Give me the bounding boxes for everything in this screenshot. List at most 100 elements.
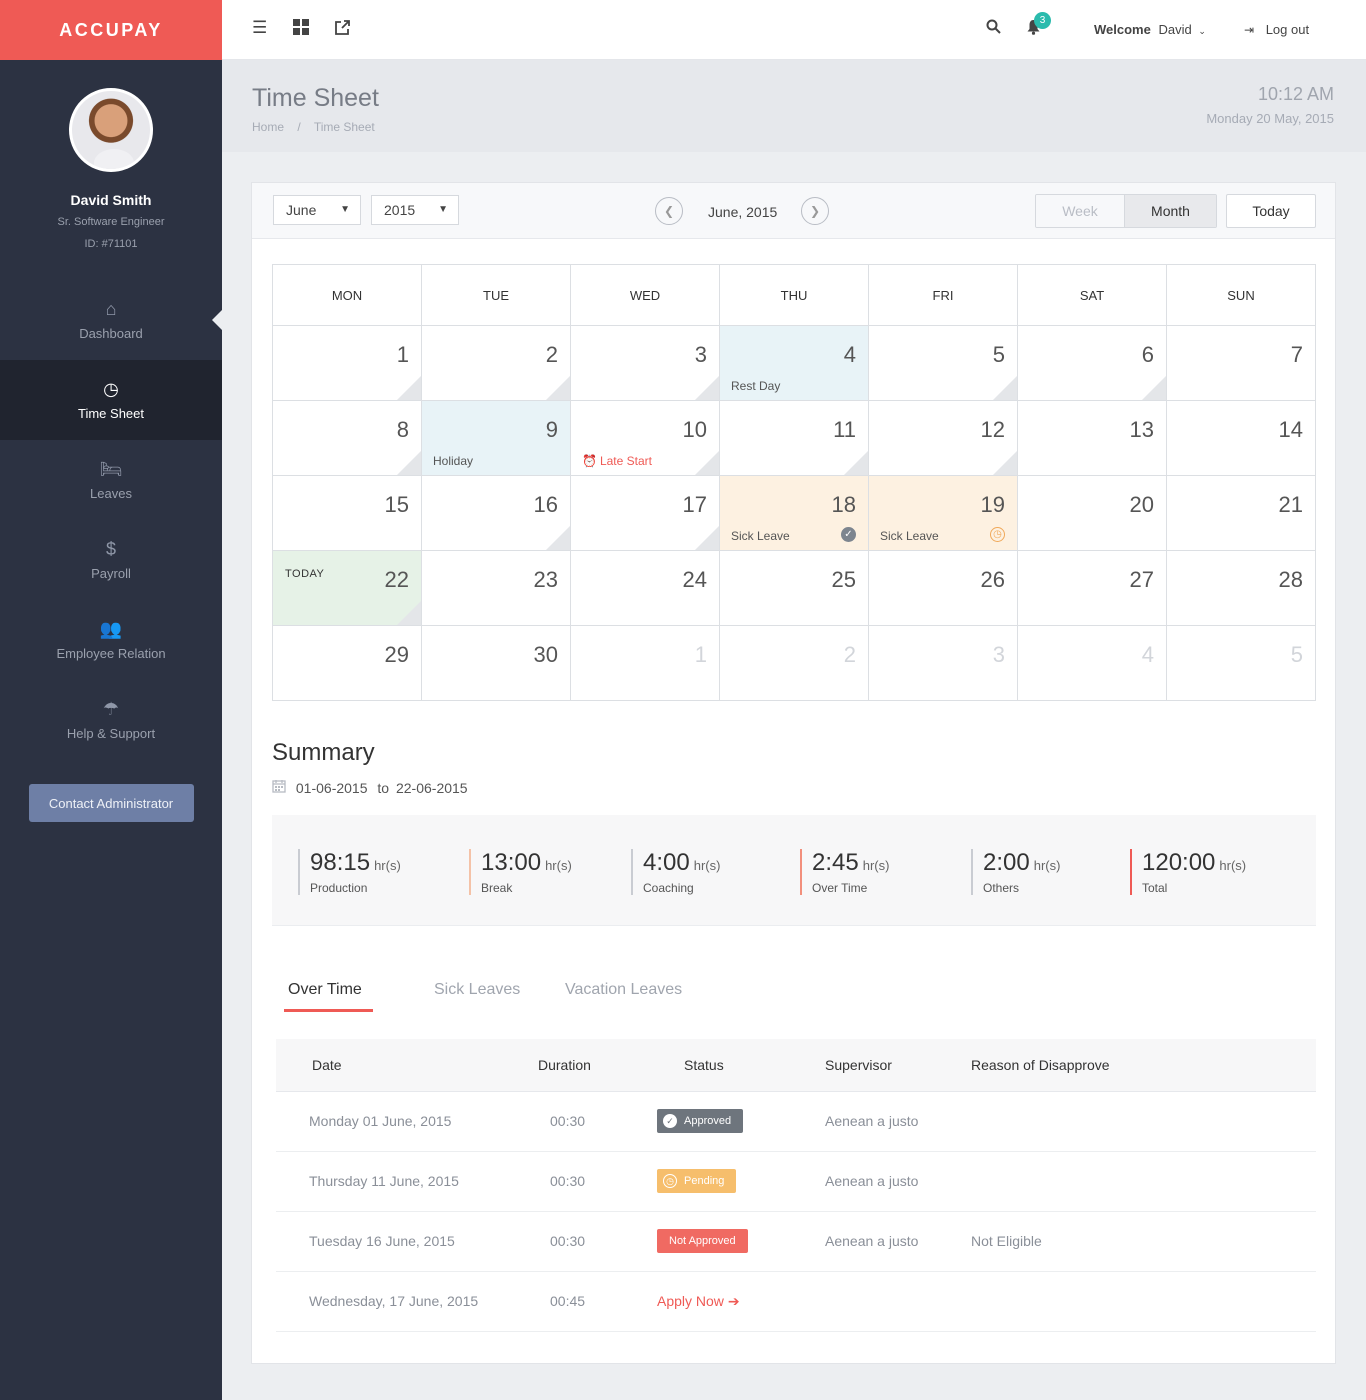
- day-number: 15: [384, 492, 409, 517]
- stat-label: Total: [1142, 881, 1168, 895]
- calendar-day-cell[interactable]: 14: [1166, 400, 1316, 476]
- range-separator: to: [377, 780, 390, 796]
- today-button[interactable]: Today: [1226, 194, 1316, 228]
- menu-icon[interactable]: ☰: [252, 19, 267, 36]
- calendar-day-cell[interactable]: 4 Rest Day: [719, 325, 869, 401]
- prev-month-button[interactable]: ❮: [655, 197, 683, 225]
- tab-over-time[interactable]: Over Time: [288, 981, 362, 999]
- avatar[interactable]: [69, 88, 153, 172]
- status-badge: Not Approved: [657, 1229, 748, 1253]
- stat-unit: hr(s): [862, 858, 890, 873]
- weekday-header: THU: [719, 264, 869, 326]
- weekday-header: WED: [570, 264, 720, 326]
- calendar-day-cell[interactable]: 2: [421, 325, 571, 401]
- calendar-day-cell[interactable]: 11: [719, 400, 869, 476]
- row-duration: 00:30: [506, 1151, 646, 1212]
- calendar-day-cell[interactable]: 4: [1017, 625, 1167, 701]
- calendar-day-cell[interactable]: 23: [421, 550, 571, 626]
- tab-sick-leaves[interactable]: Sick Leaves: [434, 981, 520, 999]
- sidebar-item-label: Help & Support: [66, 725, 156, 741]
- calendar-day-cell[interactable]: 16: [421, 475, 571, 551]
- calendar-day-cell[interactable]: 1: [570, 625, 720, 701]
- calendar-day-cell[interactable]: 24: [570, 550, 720, 626]
- chevron-down-icon: ⌄: [1198, 26, 1206, 36]
- row-status: Apply Now ➔: [646, 1271, 796, 1332]
- month-view-button[interactable]: Month: [1124, 195, 1216, 227]
- sidebar-nav: ⌂ Dashboard ◷ Time Sheet 🛏 Leaves $ Payr…: [0, 280, 222, 760]
- sidebar-item-time-sheet[interactable]: ◷ Time Sheet: [0, 360, 222, 440]
- stat-value: 4:00: [643, 849, 690, 876]
- calendar-day-cell[interactable]: 22 TODAY: [272, 550, 422, 626]
- stat-unit: hr(s): [374, 858, 401, 873]
- calendar-day-cell[interactable]: 6: [1017, 325, 1167, 401]
- calendar-day-cell[interactable]: 7: [1166, 325, 1316, 401]
- calendar-day-cell[interactable]: 17: [570, 475, 720, 551]
- breadcrumb-current: Time Sheet: [313, 120, 375, 134]
- calendar-day-cell[interactable]: 10 ⏰ Late Start: [570, 400, 720, 476]
- stat-value: 120:00: [1142, 849, 1216, 876]
- sidebar-item-employee-relation[interactable]: 👥 Employee Relation: [0, 600, 222, 680]
- sidebar-item-payroll[interactable]: $ Payroll: [0, 520, 222, 600]
- year-select[interactable]: 2015 ▼: [371, 195, 459, 225]
- summary-stat: 120:00 hr(s) Total: [1130, 849, 1246, 895]
- logout-label: Log out: [1265, 22, 1310, 37]
- summary-stat: 2:00 hr(s) Others: [971, 849, 1060, 895]
- calendar-day-cell[interactable]: 5: [1166, 625, 1316, 701]
- tab-vacation-leaves[interactable]: Vacation Leaves: [565, 981, 682, 999]
- day-number: 19: [980, 492, 1005, 517]
- grid-icon[interactable]: [293, 19, 309, 38]
- summary-stat: 98:15 hr(s) Production: [298, 849, 401, 895]
- search-icon[interactable]: [986, 19, 1001, 37]
- row-status: ✓ Approved: [646, 1091, 796, 1152]
- brand-logo[interactable]: ACCUPAY: [0, 0, 222, 60]
- calendar-day-cell[interactable]: 28: [1166, 550, 1316, 626]
- stat-unit: hr(s): [1219, 858, 1247, 873]
- calendar-day-cell[interactable]: 5: [868, 325, 1018, 401]
- status-label: Approved: [684, 1115, 732, 1127]
- calendar-day-cell[interactable]: 21: [1166, 475, 1316, 551]
- calendar-day-cell[interactable]: 30: [421, 625, 571, 701]
- calendar-week-row: 1 2 3 4 Rest Day 5 6 7: [272, 325, 1316, 401]
- week-view-button[interactable]: Week: [1036, 195, 1124, 227]
- next-month-button[interactable]: ❯: [801, 197, 829, 225]
- contact-administrator-button[interactable]: Contact Administrator: [28, 784, 194, 822]
- calendar-day-cell[interactable]: 18 Sick Leave ✓: [719, 475, 869, 551]
- calendar-icon: [272, 780, 290, 796]
- apply-now-link[interactable]: Apply Now ➔: [657, 1293, 740, 1309]
- summary-stat: 4:00 hr(s) Coaching: [631, 849, 720, 895]
- weekday-header: SUN: [1166, 264, 1316, 326]
- calendar-day-cell[interactable]: 3: [868, 625, 1018, 701]
- calendar-day-cell[interactable]: 15: [272, 475, 422, 551]
- calendar-day-cell[interactable]: 12: [868, 400, 1018, 476]
- row-date: Tuesday 16 June, 2015: [276, 1211, 506, 1272]
- sidebar-item-dashboard[interactable]: ⌂ Dashboard: [0, 280, 222, 360]
- calendar-day-cell[interactable]: 29: [272, 625, 422, 701]
- calendar-day-cell[interactable]: 20: [1017, 475, 1167, 551]
- calendar-day-cell[interactable]: 19 Sick Leave ◷: [868, 475, 1018, 551]
- external-link-icon[interactable]: [334, 19, 351, 39]
- day-event-label: Sick Leave: [731, 529, 790, 543]
- logout-link[interactable]: ⇥ Log out: [1244, 22, 1309, 37]
- calendar-day-cell[interactable]: 2: [719, 625, 869, 701]
- stat-unit: hr(s): [693, 858, 721, 873]
- calendar-day-cell[interactable]: 27: [1017, 550, 1167, 626]
- calendar-day-cell[interactable]: 3: [570, 325, 720, 401]
- breadcrumb-home[interactable]: Home: [252, 120, 284, 134]
- day-number: 3: [992, 642, 1005, 667]
- pending-clock-icon: ◷: [990, 527, 1005, 542]
- calendar-day-cell[interactable]: 1: [272, 325, 422, 401]
- sidebar-item-leaves[interactable]: 🛏 Leaves: [0, 440, 222, 520]
- table-header-row: Date Duration Status Supervisor Reason o…: [276, 1039, 1316, 1092]
- user-menu[interactable]: Welcome David ⌄: [1094, 22, 1206, 37]
- day-number: 4: [1141, 642, 1154, 667]
- calendar-day-cell[interactable]: 8: [272, 400, 422, 476]
- calendar-day-cell[interactable]: 26: [868, 550, 1018, 626]
- calendar-day-cell[interactable]: 13: [1017, 400, 1167, 476]
- month-select[interactable]: June ▼: [273, 195, 361, 225]
- calendar-day-cell[interactable]: 25: [719, 550, 869, 626]
- calendar-day-cell[interactable]: 9 Holiday: [421, 400, 571, 476]
- day-number: 2: [545, 342, 558, 367]
- row-status: ◷ Pending: [646, 1151, 796, 1212]
- sidebar-item-help-support[interactable]: ☂ Help & Support: [0, 680, 222, 760]
- umbrella-icon: ☂: [102, 698, 120, 719]
